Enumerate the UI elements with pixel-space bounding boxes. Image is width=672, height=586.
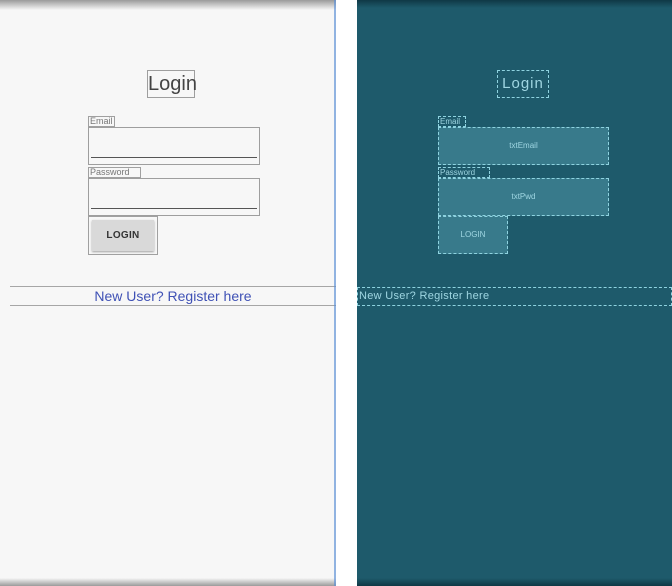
- email-underline: [91, 157, 257, 158]
- blueprint-login-button[interactable]: LOGIN: [438, 216, 508, 254]
- password-underline: [91, 208, 257, 209]
- blueprint-view: Login Email txtEmail Password txtPwd LOG…: [357, 0, 672, 586]
- top-shadow: [0, 0, 336, 10]
- blueprint-email-field[interactable]: txtEmail: [438, 127, 609, 165]
- blueprint-top-shadow: [357, 0, 672, 8]
- blueprint-password-label[interactable]: Password: [438, 167, 490, 178]
- design-view: Login Email Password LOGIN New User? Reg…: [0, 0, 336, 586]
- bottom-shadow: [0, 578, 336, 586]
- login-title[interactable]: Login: [147, 70, 197, 98]
- blueprint-bottom-shadow: [357, 578, 672, 586]
- blueprint-register-link[interactable]: New User? Register here: [357, 287, 672, 306]
- pane-divider: [336, 0, 357, 586]
- blueprint-email-label[interactable]: Email: [438, 116, 466, 127]
- register-link[interactable]: New User? Register here: [10, 287, 336, 305]
- email-field[interactable]: [88, 127, 260, 165]
- login-button[interactable]: LOGIN: [92, 220, 154, 251]
- blueprint-login-title[interactable]: Login: [497, 70, 549, 98]
- password-label[interactable]: Password: [88, 167, 141, 178]
- password-field[interactable]: [88, 178, 260, 216]
- blueprint-password-field[interactable]: txtPwd: [438, 178, 609, 216]
- email-label[interactable]: Email: [88, 116, 115, 127]
